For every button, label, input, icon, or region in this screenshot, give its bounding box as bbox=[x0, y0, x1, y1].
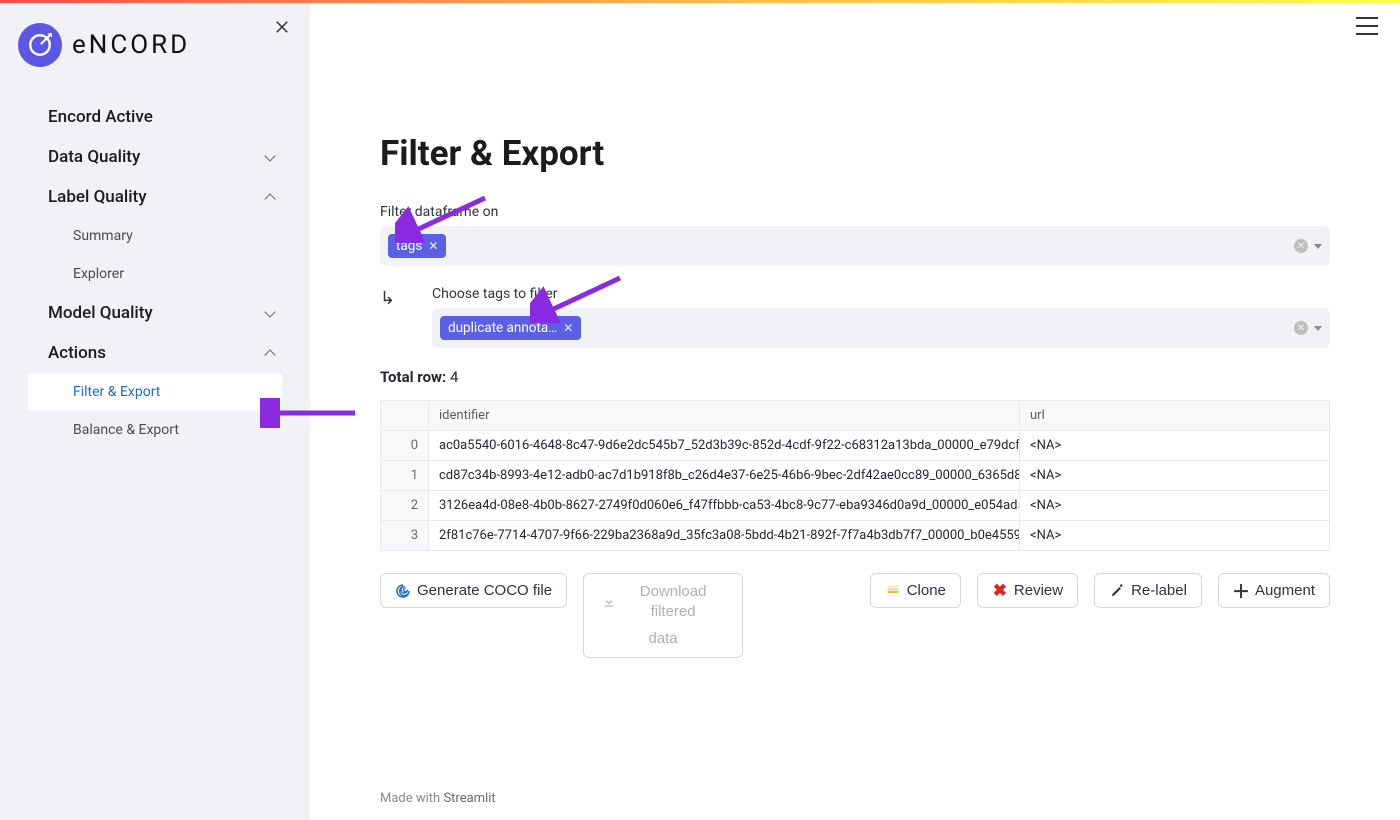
cell-identifier: 2f81c76e-7714-4707-9f66-229ba2368a9d_35f… bbox=[429, 521, 1020, 551]
brand-badge-icon bbox=[18, 23, 62, 67]
tag-chip-duplicate-annotation[interactable]: duplicate annota… ✕ bbox=[440, 316, 581, 340]
col-header-index bbox=[381, 401, 429, 431]
sidebar-item-label: Model Quality bbox=[48, 303, 153, 323]
sidebar-item-encord-active[interactable]: Encord Active bbox=[18, 97, 292, 137]
indent-arrow-icon: ↳ bbox=[380, 286, 408, 309]
cell-url: <NA> bbox=[1020, 431, 1330, 461]
sidebar-item-label-quality[interactable]: Label Quality bbox=[18, 177, 292, 217]
review-button[interactable]: ✖ Review bbox=[977, 573, 1078, 608]
table-row[interactable]: 1 cd87c34b-8993-4e12-adb0-ac7d1b918f8b_c… bbox=[381, 461, 1330, 491]
sidebar-item-actions[interactable]: Actions bbox=[18, 333, 292, 373]
sidebar-item-balance-export[interactable]: Balance & Export bbox=[18, 411, 292, 449]
footer: Made with Streamlit bbox=[380, 791, 496, 806]
close-icon bbox=[275, 20, 289, 34]
table-row[interactable]: 0 ac0a5540-6016-4648-8c47-9d6e2dc545b7_5… bbox=[381, 431, 1330, 461]
results-table[interactable]: identifier url 0 ac0a5540-6016-4648-8c47… bbox=[380, 400, 1330, 551]
sidebar-item-label: Balance & Export bbox=[73, 422, 179, 438]
choose-tags-multiselect[interactable]: duplicate annota… ✕ ✕ bbox=[432, 308, 1330, 348]
cell-identifier: cd87c34b-8993-4e12-adb0-ac7d1b918f8b_c26… bbox=[429, 461, 1020, 491]
sidebar-item-label: Summary bbox=[73, 228, 133, 244]
page-title: Filter & Export bbox=[380, 133, 1330, 174]
sidebar-item-explorer[interactable]: Explorer bbox=[18, 255, 292, 293]
button-label: Clone bbox=[907, 582, 946, 599]
button-label: Augment bbox=[1255, 582, 1315, 599]
clone-button[interactable]: Clone bbox=[870, 573, 961, 608]
button-label: data bbox=[648, 629, 677, 649]
multiselect-clear-icon[interactable]: ✕ bbox=[1294, 321, 1308, 335]
filter-dataframe-multiselect[interactable]: tags ✕ ✕ bbox=[380, 226, 1330, 266]
footer-streamlit-link[interactable]: Streamlit bbox=[443, 791, 495, 806]
relabel-button[interactable]: Re-label bbox=[1094, 573, 1202, 608]
chevron-down-icon bbox=[264, 306, 278, 320]
filter-dataframe-label: Filter dataframe on bbox=[380, 204, 1330, 220]
chevron-up-icon bbox=[264, 190, 278, 204]
sidebar-close-button[interactable] bbox=[272, 17, 292, 37]
cell-url: <NA> bbox=[1020, 521, 1330, 551]
button-label: Re-label bbox=[1131, 582, 1187, 599]
sidebar-item-label: Encord Active bbox=[48, 107, 153, 127]
total-row-label: Total row: bbox=[380, 368, 446, 386]
chip-label: duplicate annota… bbox=[448, 320, 557, 336]
hamburger-menu-button[interactable] bbox=[1356, 17, 1378, 35]
button-label: Generate COCO file bbox=[417, 582, 552, 599]
col-header-identifier: identifier bbox=[429, 401, 1020, 431]
cell-identifier: ac0a5540-6016-4648-8c47-9d6e2dc545b7_52d… bbox=[429, 431, 1020, 461]
brand-logo: eNCORD bbox=[18, 23, 292, 67]
table-row[interactable]: 3 2f81c76e-7714-4707-9f66-229ba2368a9d_3… bbox=[381, 521, 1330, 551]
sidebar-item-data-quality[interactable]: Data Quality bbox=[18, 137, 292, 177]
multiselect-clear-icon[interactable]: ✕ bbox=[1294, 239, 1308, 253]
filter-chip-tags[interactable]: tags ✕ bbox=[388, 234, 446, 258]
chip-label: tags bbox=[396, 238, 422, 254]
pen-icon bbox=[1109, 583, 1125, 599]
spiral-icon bbox=[395, 583, 411, 599]
cell-url: <NA> bbox=[1020, 491, 1330, 521]
app-shell: eNCORD Encord Active Data Quality Label … bbox=[0, 3, 1400, 820]
download-icon bbox=[602, 594, 616, 610]
augment-button[interactable]: ＋ Augment bbox=[1218, 573, 1330, 608]
chip-remove-icon[interactable]: ✕ bbox=[563, 321, 573, 335]
sidebar-item-label: Actions bbox=[48, 343, 106, 363]
cell-identifier: 3126ea4d-08e8-4b0b-8627-2749f0d060e6_f47… bbox=[429, 491, 1020, 521]
chip-remove-icon[interactable]: ✕ bbox=[428, 239, 438, 253]
cell-index: 2 bbox=[381, 491, 429, 521]
chevron-down-icon bbox=[264, 150, 278, 164]
chevron-down-icon[interactable] bbox=[1314, 244, 1322, 249]
action-button-row: Generate COCO file Download filtered dat… bbox=[380, 573, 1330, 658]
cell-url: <NA> bbox=[1020, 461, 1330, 491]
chevron-down-icon[interactable] bbox=[1314, 326, 1322, 331]
footer-prefix: Made with bbox=[380, 791, 443, 806]
generate-coco-button[interactable]: Generate COCO file bbox=[380, 573, 567, 608]
col-header-url: url bbox=[1020, 401, 1330, 431]
total-row-value: 4 bbox=[450, 368, 458, 386]
button-label: Review bbox=[1014, 582, 1063, 599]
review-x-icon: ✖ bbox=[992, 583, 1008, 599]
clone-icon bbox=[885, 583, 901, 599]
chevron-up-icon bbox=[264, 346, 278, 360]
cell-index: 3 bbox=[381, 521, 429, 551]
table-header-row: identifier url bbox=[381, 401, 1330, 431]
cell-index: 1 bbox=[381, 461, 429, 491]
sidebar-item-filter-export[interactable]: Filter & Export bbox=[28, 373, 282, 411]
cell-index: 0 bbox=[381, 431, 429, 461]
sidebar-item-label: Data Quality bbox=[48, 147, 140, 167]
sidebar-item-label: Explorer bbox=[73, 266, 124, 282]
sidebar-item-summary[interactable]: Summary bbox=[18, 217, 292, 255]
brand-name: eNCORD bbox=[72, 30, 190, 60]
download-filtered-button: Download filtered data bbox=[583, 573, 743, 658]
plus-icon: ＋ bbox=[1233, 583, 1249, 599]
sidebar: eNCORD Encord Active Data Quality Label … bbox=[0, 3, 310, 820]
choose-tags-label: Choose tags to filter bbox=[432, 286, 1330, 302]
table-row[interactable]: 2 3126ea4d-08e8-4b0b-8627-2749f0d060e6_f… bbox=[381, 491, 1330, 521]
main-content: Filter & Export Filter dataframe on tags… bbox=[310, 3, 1400, 820]
total-row-count: Total row: 4 bbox=[380, 368, 1330, 386]
button-label: Download filtered bbox=[622, 582, 724, 623]
sidebar-item-label: Label Quality bbox=[48, 187, 147, 207]
sidebar-item-model-quality[interactable]: Model Quality bbox=[18, 293, 292, 333]
sidebar-item-label: Filter & Export bbox=[73, 384, 160, 400]
